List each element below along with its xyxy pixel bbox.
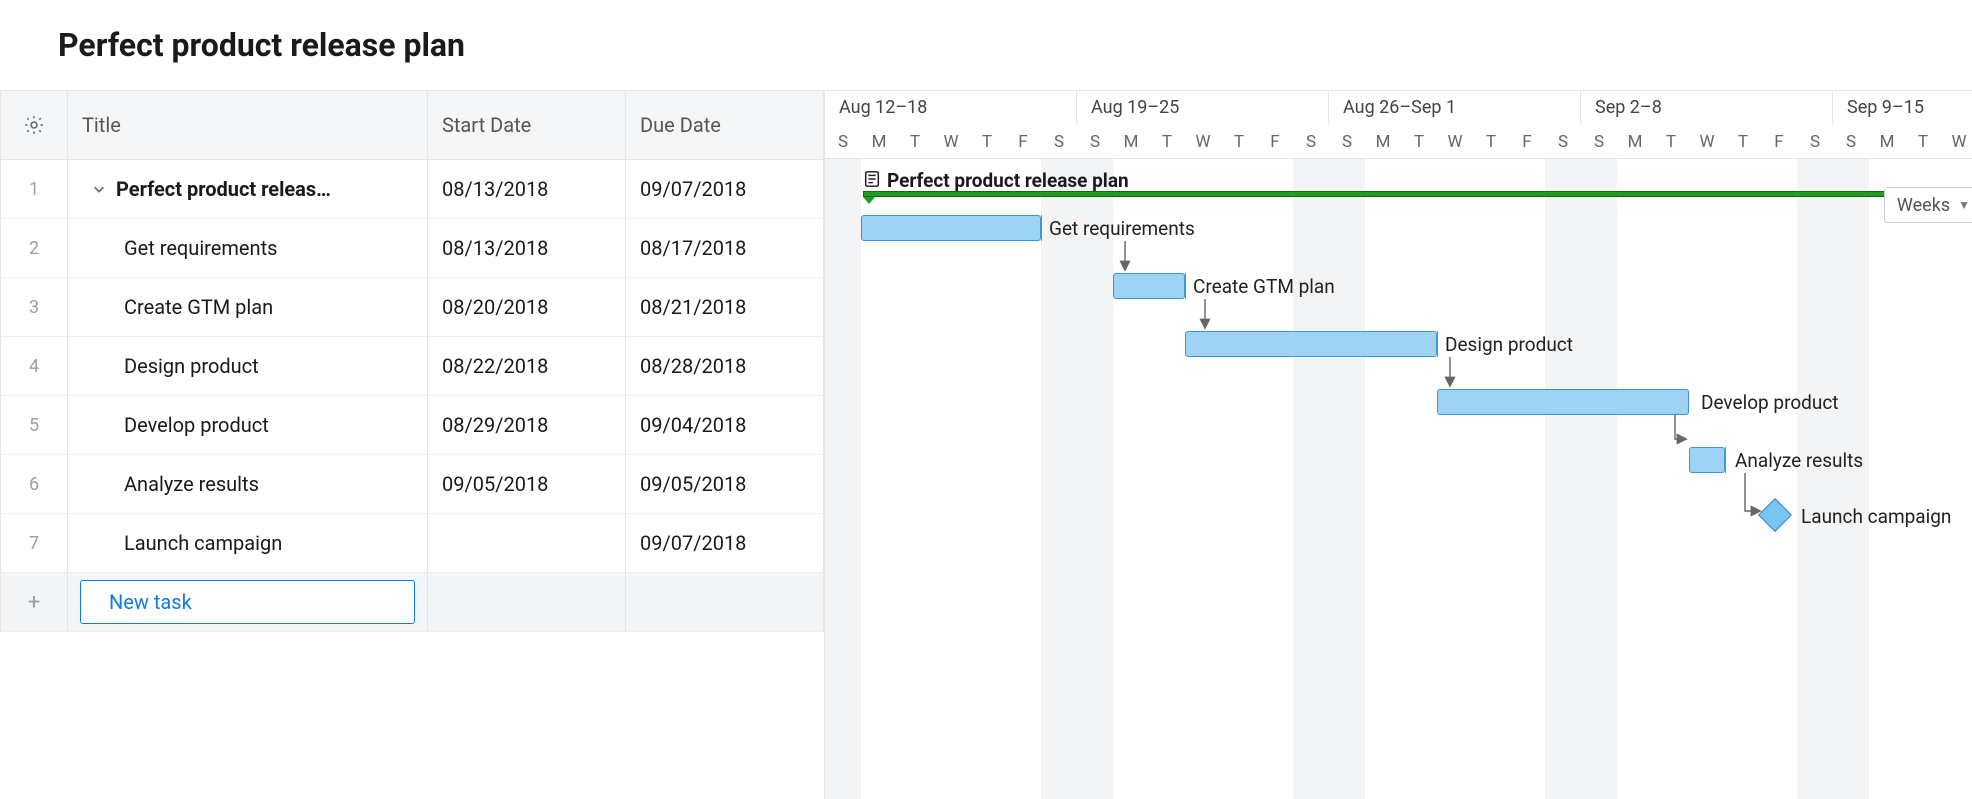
start-date-cell[interactable]: 08/29/2018 [428,396,626,454]
start-date-cell[interactable]: 08/13/2018 [428,160,626,218]
day-header: T [1149,125,1185,159]
day-header: S [1797,125,1833,159]
row-number: 5 [0,396,68,454]
timeline-body[interactable]: Weeks▼ − + Perfect product release plan … [825,159,1972,799]
task-title[interactable]: Create GTM plan [68,278,428,336]
task-title[interactable]: Get requirements [68,219,428,277]
table-row[interactable]: 3 Create GTM plan 08/20/2018 08/21/2018 [0,278,824,337]
row-number: 3 [0,278,68,336]
new-task-row: + New task [0,573,824,632]
week-header: Sep 9–15 [1833,91,1972,125]
col-due-header[interactable]: Due Date [626,91,824,159]
due-date-cell[interactable]: 08/28/2018 [626,337,824,395]
start-date-cell[interactable]: 08/13/2018 [428,219,626,277]
day-header: M [1365,125,1401,159]
day-header: M [861,125,897,159]
page-title: Perfect product release plan [0,0,1972,90]
row-number: 6 [0,455,68,513]
task-title[interactable]: Analyze results [68,455,428,513]
row-number: 7 [0,514,68,572]
day-header: S [1077,125,1113,159]
day-header: F [1509,125,1545,159]
day-header: F [1761,125,1797,159]
day-header: T [969,125,1005,159]
week-header: Aug 12–18 [825,91,1077,125]
day-header: S [1833,125,1869,159]
table-row[interactable]: 4 Design product 08/22/2018 08/28/2018 [0,337,824,396]
start-date-cell[interactable]: 08/22/2018 [428,337,626,395]
due-date-cell[interactable]: 09/07/2018 [626,514,824,572]
table-row[interactable]: 2 Get requirements 08/13/2018 08/17/2018 [0,219,824,278]
day-header: T [1473,125,1509,159]
day-header: T [1653,125,1689,159]
day-header: W [933,125,969,159]
start-date-cell[interactable] [428,514,626,572]
table-row[interactable]: 5 Develop product 08/29/2018 09/04/2018 [0,396,824,455]
day-header: S [1545,125,1581,159]
scale-select[interactable]: Weeks▼ [1884,187,1972,223]
new-task-input[interactable]: New task [80,580,415,624]
grid-header: Title Start Date Due Date [0,91,824,160]
due-date-cell[interactable]: 09/07/2018 [626,160,824,218]
day-header: T [897,125,933,159]
row-number: 1 [0,160,68,218]
week-header: Aug 19–25 [1077,91,1329,125]
day-header: T [1725,125,1761,159]
timeline-header: Aug 12–18 Aug 19–25 Aug 26–Sep 1 Sep 2–8… [825,91,1972,159]
day-header: S [1329,125,1365,159]
day-header: W [1941,125,1972,159]
day-header: S [1293,125,1329,159]
day-header: S [1581,125,1617,159]
gantt-chart[interactable]: Aug 12–18 Aug 19–25 Aug 26–Sep 1 Sep 2–8… [824,91,1972,799]
day-header: W [1437,125,1473,159]
chevron-down-icon[interactable] [92,182,106,196]
day-header: T [1401,125,1437,159]
week-header: Aug 26–Sep 1 [1329,91,1581,125]
start-date-cell[interactable]: 09/05/2018 [428,455,626,513]
gear-icon[interactable] [0,91,68,159]
task-grid: Title Start Date Due Date 1 Perfect prod… [0,91,824,799]
due-date-cell[interactable]: 08/21/2018 [626,278,824,336]
table-row[interactable]: 1 Perfect product releas… 08/13/2018 09/… [0,160,824,219]
col-start-header[interactable]: Start Date [428,91,626,159]
table-row[interactable]: 7 Launch campaign 09/07/2018 [0,514,824,573]
day-header: S [1041,125,1077,159]
task-title[interactable]: Design product [68,337,428,395]
day-header: T [1905,125,1941,159]
due-date-cell[interactable]: 09/04/2018 [626,396,824,454]
week-header: Sep 2–8 [1581,91,1833,125]
row-number: 2 [0,219,68,277]
day-header: M [1869,125,1905,159]
task-title: Perfect product releas… [116,177,331,201]
day-header: F [1005,125,1041,159]
task-title[interactable]: Launch campaign [68,514,428,572]
day-header: F [1257,125,1293,159]
due-date-cell[interactable]: 08/17/2018 [626,219,824,277]
table-row[interactable]: 6 Analyze results 09/05/2018 09/05/2018 [0,455,824,514]
day-header: W [1185,125,1221,159]
row-number: 4 [0,337,68,395]
task-title[interactable]: Develop product [68,396,428,454]
chevron-down-icon: ▼ [1958,198,1970,212]
day-header: W [1689,125,1725,159]
day-header: S [825,125,861,159]
col-title-header[interactable]: Title [68,91,428,159]
day-header: T [1221,125,1257,159]
day-header: M [1617,125,1653,159]
due-date-cell[interactable]: 09/05/2018 [626,455,824,513]
add-row-icon[interactable]: + [0,573,68,631]
dependency-arrow [825,159,1925,579]
start-date-cell[interactable]: 08/20/2018 [428,278,626,336]
day-header: M [1113,125,1149,159]
